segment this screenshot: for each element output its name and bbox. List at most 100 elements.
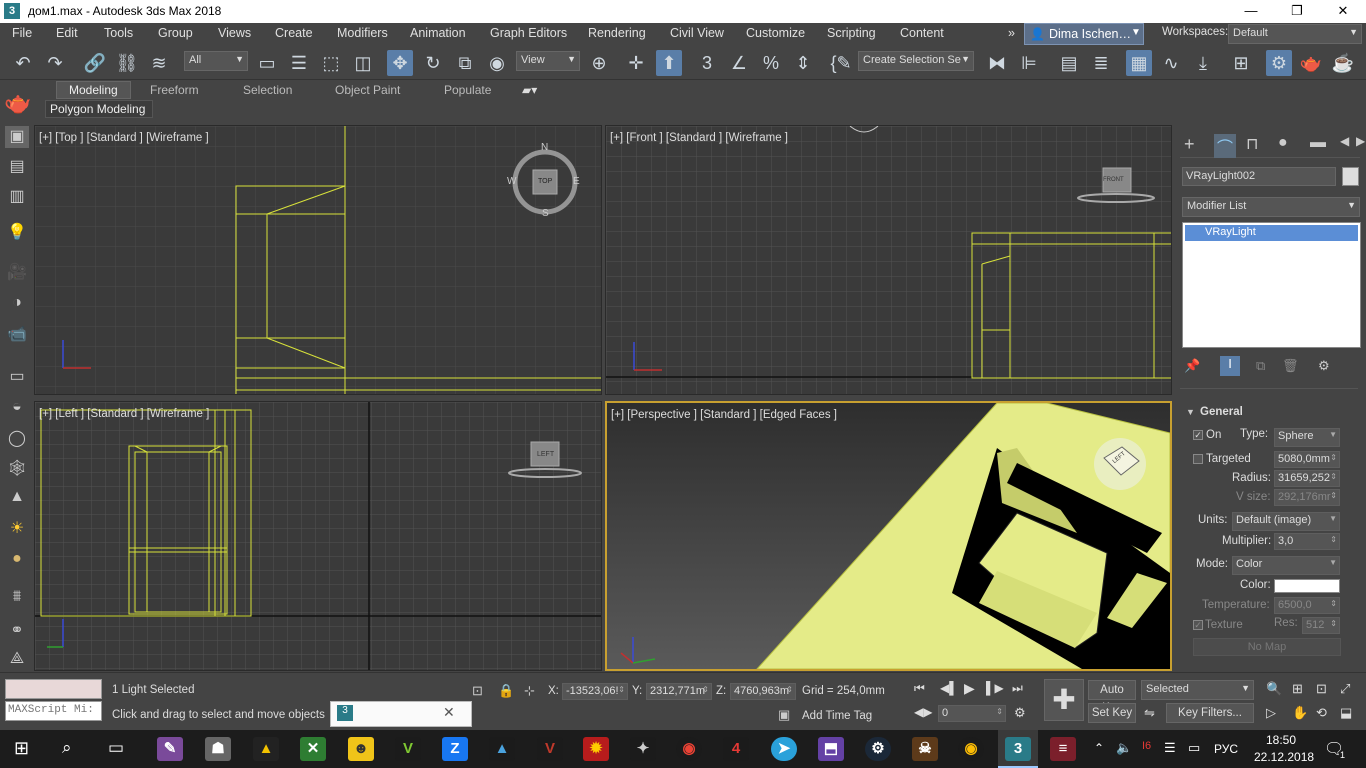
key-filter-icon[interactable]: ⇋: [1144, 705, 1155, 721]
mirror-icon[interactable]: ⧓: [984, 50, 1010, 76]
auto-key-button[interactable]: Auto Key: [1088, 680, 1136, 714]
menu-scripting[interactable]: Scripting: [827, 26, 876, 40]
angle-snap-icon[interactable]: ∠: [726, 50, 752, 76]
edit-named-selection-icon[interactable]: {✎: [828, 50, 854, 76]
zoom-all-icon[interactable]: ⊞: [1292, 681, 1303, 697]
maximize-button[interactable]: ❐: [1274, 0, 1320, 23]
taskbar-app-20-icon[interactable]: ≡: [1050, 737, 1076, 761]
make-unique-icon[interactable]: ⧉: [1256, 358, 1265, 374]
object-color-swatch[interactable]: [1342, 167, 1359, 186]
create-tab-icon[interactable]: +: [1184, 134, 1195, 155]
key-filters-button[interactable]: Key Filters...: [1166, 703, 1254, 723]
clock-time[interactable]: 18:50: [1266, 733, 1296, 747]
x-coordinate-field[interactable]: -13523,06! ⇕: [562, 683, 628, 700]
taskbar-app-2-icon[interactable]: ☗: [205, 737, 231, 761]
taskbar-app-6-icon[interactable]: V: [395, 737, 421, 761]
menu-rendering[interactable]: Rendering: [588, 26, 646, 40]
taskbar-popup[interactable]: 3 ✕: [330, 701, 472, 727]
previous-frame-icon[interactable]: ◀▌: [940, 681, 958, 695]
taskbar-app-17-icon[interactable]: ☠: [912, 737, 938, 761]
temperature-spinner[interactable]: 6500,0 ⇕: [1274, 597, 1340, 614]
material-editor-icon[interactable]: ⊞: [1228, 50, 1254, 76]
render-production-icon[interactable]: ☕: [1330, 50, 1356, 76]
zoom-extents-icon[interactable]: ⊡: [1316, 681, 1327, 697]
mode-dropdown[interactable]: Color ▼: [1232, 556, 1340, 575]
next-frame-icon[interactable]: ▌▶: [986, 681, 1004, 695]
named-selection-dropdown[interactable]: Create Selection Se ▼: [858, 51, 974, 71]
menu-civil-view[interactable]: Civil View: [670, 26, 724, 40]
tray-expand-icon[interactable]: ⌃: [1094, 741, 1104, 755]
taskbar-app-5-icon[interactable]: ☻: [348, 737, 374, 761]
windows-start-icon[interactable]: ⊞: [14, 738, 29, 759]
taskbar-3dsmax-active[interactable]: 3: [998, 730, 1038, 768]
zoom-icon[interactable]: 🔍: [1266, 681, 1282, 697]
menu-group[interactable]: Group: [158, 26, 193, 40]
rotate-icon[interactable]: ↻: [420, 50, 446, 76]
multiplier-spinner[interactable]: 3,0 ⇕: [1274, 533, 1340, 550]
type-dropdown[interactable]: Sphere ▼: [1274, 428, 1340, 447]
scroll-right-icon[interactable]: ▶: [1356, 134, 1365, 148]
camera-icon[interactable]: 🎥: [5, 262, 29, 284]
rollout-general-title[interactable]: General: [1200, 406, 1243, 418]
scene-explorer-icon[interactable]: ▤: [1056, 50, 1082, 76]
menu-tools[interactable]: Tools: [104, 26, 133, 40]
stack-item-vraylight[interactable]: VRayLight: [1185, 225, 1358, 241]
menu-animation[interactable]: Animation: [410, 26, 466, 40]
steam-icon[interactable]: ⚙: [865, 737, 891, 761]
go-to-end-icon[interactable]: ⏭: [1012, 681, 1023, 696]
tab-modeling[interactable]: Modeling: [56, 81, 131, 99]
link-icon[interactable]: 🔗: [82, 50, 108, 76]
tab-freeform[interactable]: Freeform: [150, 83, 199, 97]
targeted-checkbox[interactable]: [1193, 454, 1203, 464]
render-setup-icon[interactable]: ⚙: [1266, 50, 1292, 76]
scroll-left-icon[interactable]: ◀: [1340, 134, 1349, 148]
add-time-tag[interactable]: Add Time Tag: [802, 710, 872, 722]
render-frame-icon[interactable]: ▣: [5, 126, 29, 148]
render-camera-icon[interactable]: 📹: [5, 324, 29, 346]
viewcube-top-face[interactable]: TOP: [538, 178, 552, 185]
battery-icon[interactable]: ▭: [1188, 740, 1200, 756]
snaps-toggle-icon[interactable]: 3: [694, 50, 720, 76]
menu-customize[interactable]: Customize: [746, 26, 805, 40]
close-button[interactable]: ✕: [1320, 0, 1366, 23]
molecule-icon[interactable]: ⚭: [5, 620, 29, 642]
tray-app-icon[interactable]: I6: [1142, 740, 1151, 752]
reference-coordinate-dropdown[interactable]: View ▼: [516, 51, 580, 71]
texture-checkbox[interactable]: ✓: [1193, 620, 1203, 630]
y-coordinate-field[interactable]: 2312,771m ⇕: [646, 683, 712, 700]
layer-explorer-icon[interactable]: ≣: [1088, 50, 1114, 76]
menu-modifiers[interactable]: Modifiers: [337, 26, 388, 40]
twitch-icon[interactable]: ⬒: [818, 737, 844, 761]
volume-icon[interactable]: 🔈: [1116, 740, 1132, 756]
field-of-view-icon[interactable]: ▷: [1266, 705, 1276, 721]
rollout-collapse-icon[interactable]: ▼: [1186, 407, 1195, 417]
key-mode-icon[interactable]: ◀▶: [914, 705, 932, 719]
viewcube-left-face[interactable]: LEFT: [537, 451, 554, 458]
taskbar-app-3-icon[interactable]: ▲: [253, 737, 279, 761]
set-key-button[interactable]: Set Key: [1088, 703, 1136, 723]
ribbon-toggle-icon[interactable]: ▦: [1126, 50, 1152, 76]
scale-icon[interactable]: ⧉: [452, 50, 478, 76]
isolate-selection-icon[interactable]: ⊡: [472, 683, 483, 699]
menu-create[interactable]: Create: [275, 26, 313, 40]
remove-modifier-icon[interactable]: 🗑: [1282, 358, 1299, 374]
align-icon[interactable]: ⊫: [1016, 50, 1042, 76]
dome-light-icon[interactable]: ◒: [5, 398, 29, 420]
minimize-button[interactable]: —: [1228, 0, 1274, 23]
chrome-2-icon[interactable]: ◉: [958, 737, 984, 761]
pivot-center-icon[interactable]: ⊕: [586, 50, 612, 76]
user-account-button[interactable]: 👤 Dima Ischen… ▼: [1024, 23, 1144, 45]
modifier-stack[interactable]: VRayLight: [1182, 222, 1361, 348]
layers-icon[interactable]: ▥: [5, 186, 29, 208]
light-color-swatch[interactable]: [1274, 579, 1340, 593]
polygon-modeling-panel[interactable]: Polygon Modeling: [45, 100, 153, 118]
ambient-light-icon[interactable]: ●: [5, 550, 29, 572]
viewport-front-label[interactable]: [+] [Front ] [Standard ] [Wireframe ]: [610, 132, 788, 144]
ies-light-icon[interactable]: 🕸: [5, 458, 29, 480]
grid-helper-icon[interactable]: ⩩: [5, 588, 29, 610]
input-language[interactable]: РУС: [1214, 742, 1238, 756]
absolute-transform-icon[interactable]: ⊹: [524, 683, 535, 699]
taskbar-app-10-icon[interactable]: ✹: [583, 737, 609, 761]
object-name-field[interactable]: VRayLight002: [1182, 167, 1336, 186]
menu-views[interactable]: Views: [218, 26, 251, 40]
